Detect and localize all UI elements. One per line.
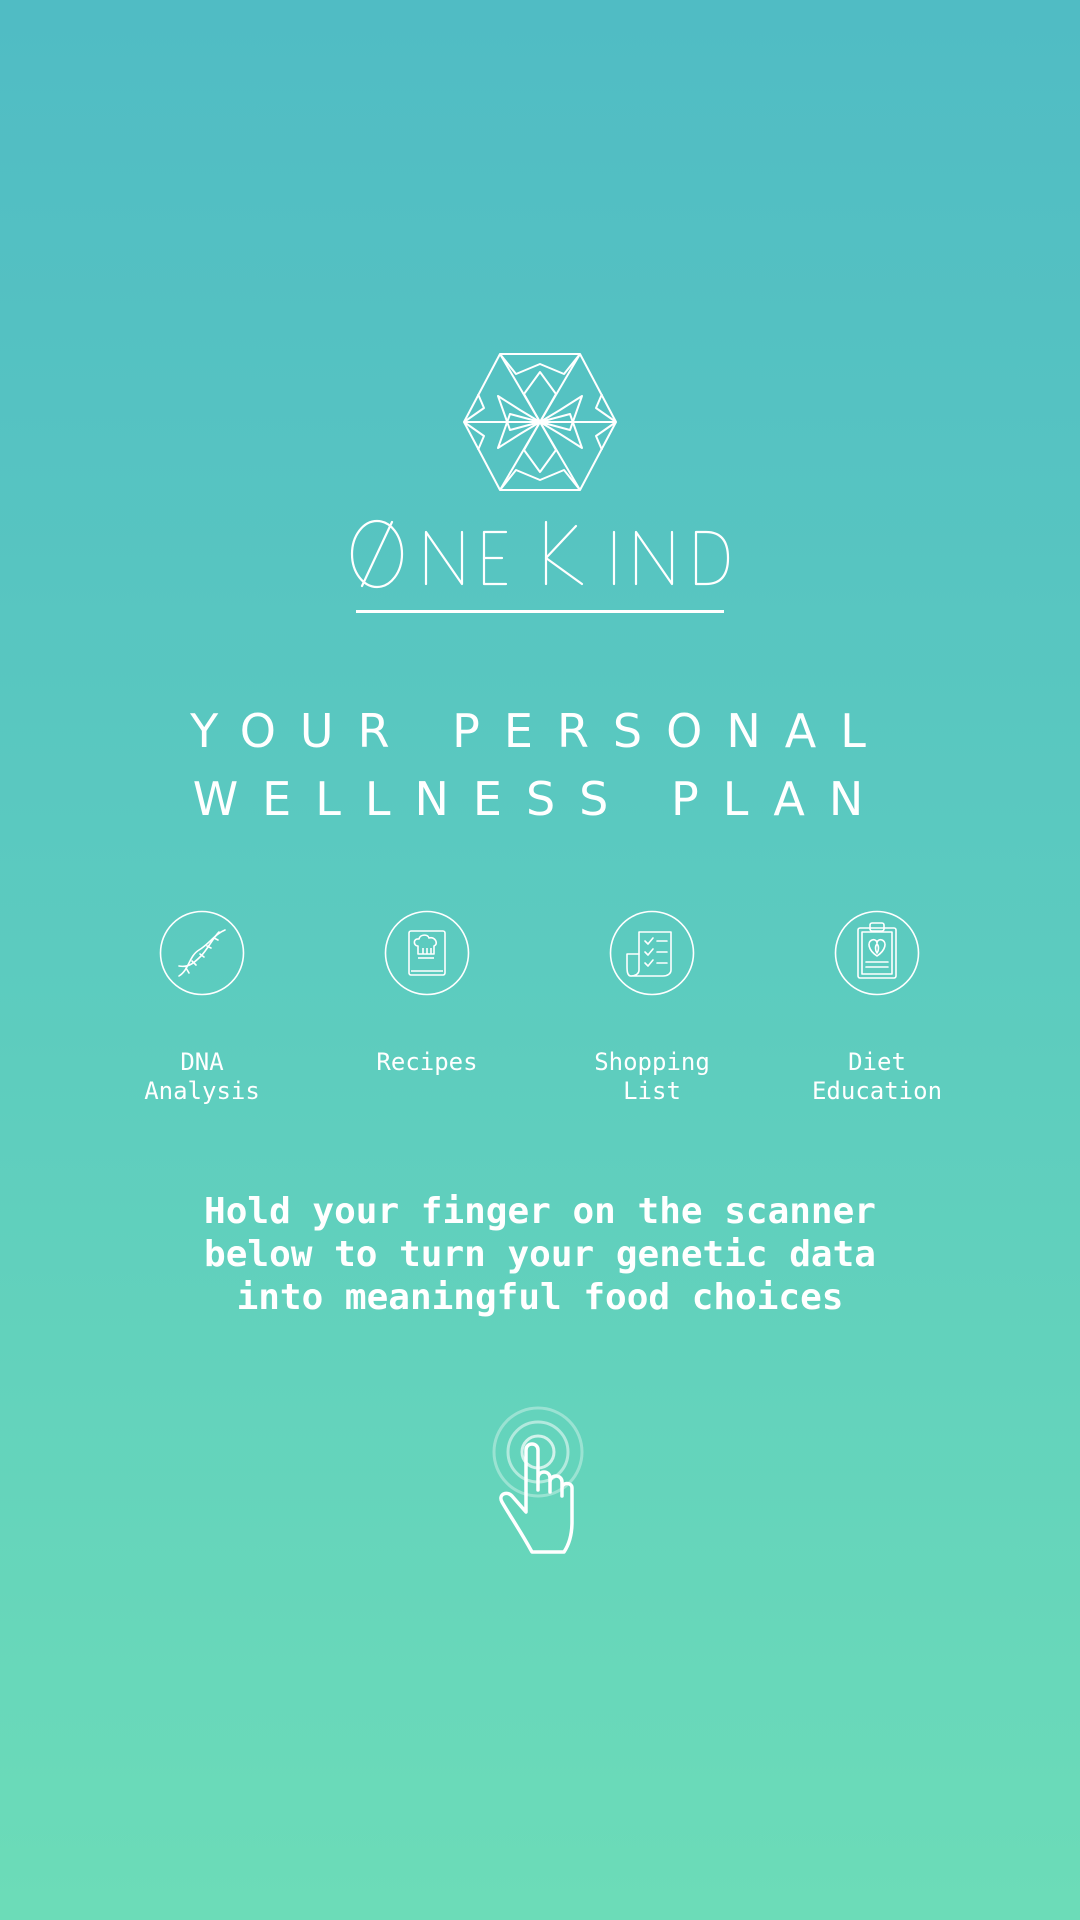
checklist-icon xyxy=(609,910,695,996)
feature-recipes: Recipes xyxy=(327,910,527,1077)
onekind-logo-icon xyxy=(463,353,617,491)
dna-icon xyxy=(159,910,245,996)
tagline-line-2: WELLNESS PLAN xyxy=(192,772,888,826)
feature-dna-analysis: DNA Analysis xyxy=(102,910,302,1106)
feature-diet-education: Diet Education xyxy=(777,910,977,1106)
feature-shopping-list: Shopping List xyxy=(552,910,752,1106)
feature-label-dna-analysis: DNA Analysis xyxy=(144,1048,260,1105)
clipboard-heart-icon xyxy=(834,910,920,996)
brand-underline xyxy=(356,610,724,613)
scan-instruction: Hold your finger on the scanner below to… xyxy=(204,1191,876,1318)
onekind-wordmark xyxy=(350,519,730,589)
finger-tap-icon[interactable] xyxy=(480,1400,600,1570)
feature-list: DNA Analysis Recipes Shopping List Diet … xyxy=(0,910,1080,1120)
recipe-book-icon xyxy=(384,910,470,996)
feature-label-diet-education: Diet Education xyxy=(811,1048,943,1105)
brand-name: ØneKind xyxy=(0,0,1,1)
tagline-line-1: YOUR PERSONAL xyxy=(190,704,890,758)
feature-label-recipes: Recipes xyxy=(376,1048,478,1076)
feature-label-shopping-list: Shopping List xyxy=(594,1048,710,1105)
